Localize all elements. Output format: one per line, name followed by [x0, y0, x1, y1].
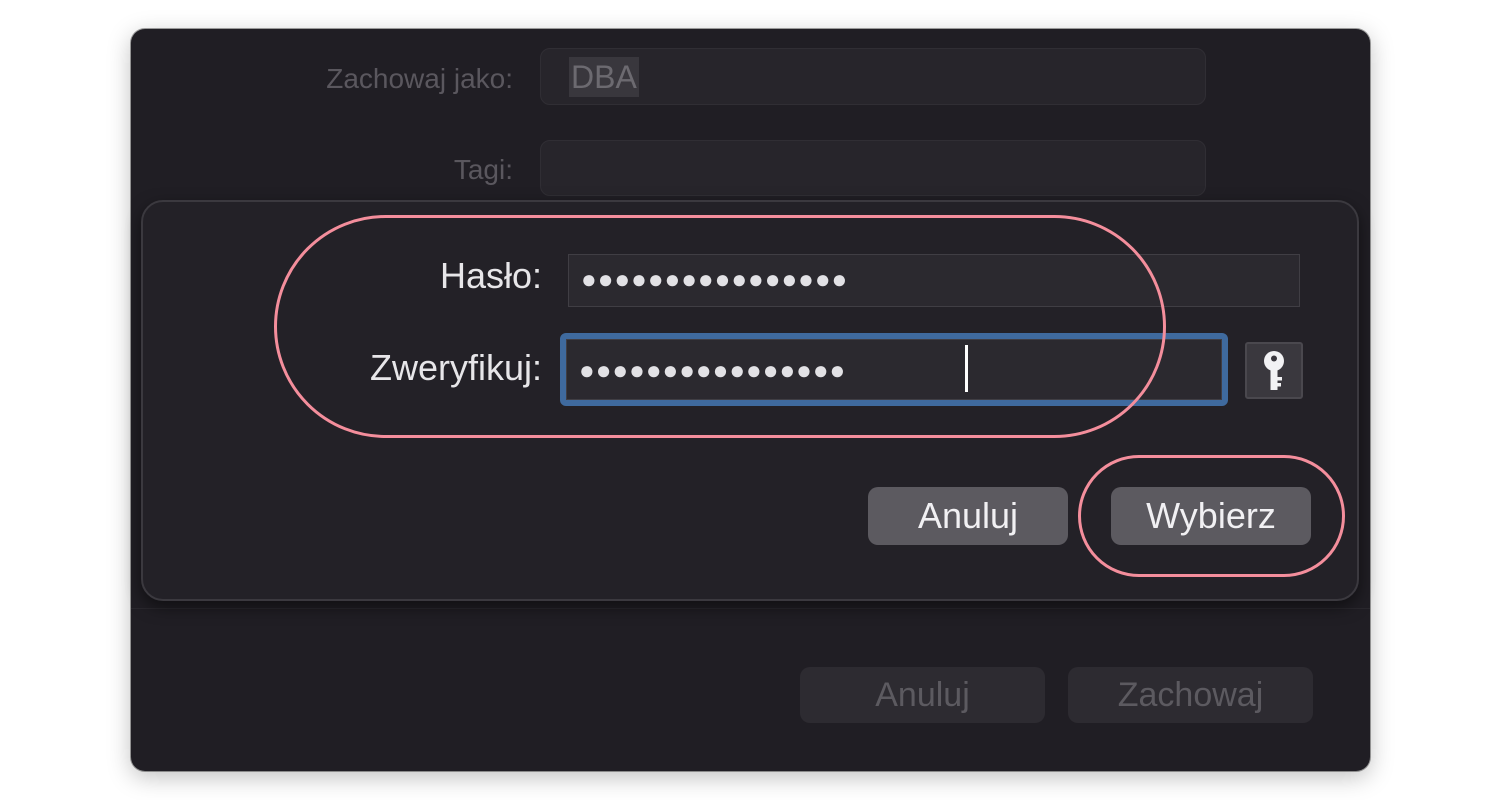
dialog-cancel-button[interactable]: Anuluj [800, 667, 1045, 723]
password-value: ●●●●●●●●●●●●●●●● [581, 264, 849, 294]
save-as-field[interactable]: DBA [540, 48, 1206, 105]
choose-button[interactable]: Wybierz [1111, 487, 1311, 545]
tags-label: Tagi: [453, 154, 513, 185]
sheet-cancel-button[interactable]: Anuluj [868, 487, 1068, 545]
text-caret [965, 345, 968, 392]
tags-field[interactable] [540, 140, 1206, 196]
save-as-value: DBA [569, 57, 639, 97]
password-assistant-button[interactable] [1245, 342, 1303, 399]
password-field[interactable]: ●●●●●●●●●●●●●●●● [568, 254, 1300, 307]
key-icon [1264, 351, 1284, 390]
save-as-label: Zachowaj jako: [326, 63, 513, 94]
dialog-save-button[interactable]: Zachowaj [1068, 667, 1313, 723]
password-label: Hasło: [439, 255, 542, 296]
verify-focus-ring [560, 333, 1228, 406]
verify-label: Zweryfikuj: [369, 347, 542, 388]
footer-divider [131, 608, 1370, 609]
